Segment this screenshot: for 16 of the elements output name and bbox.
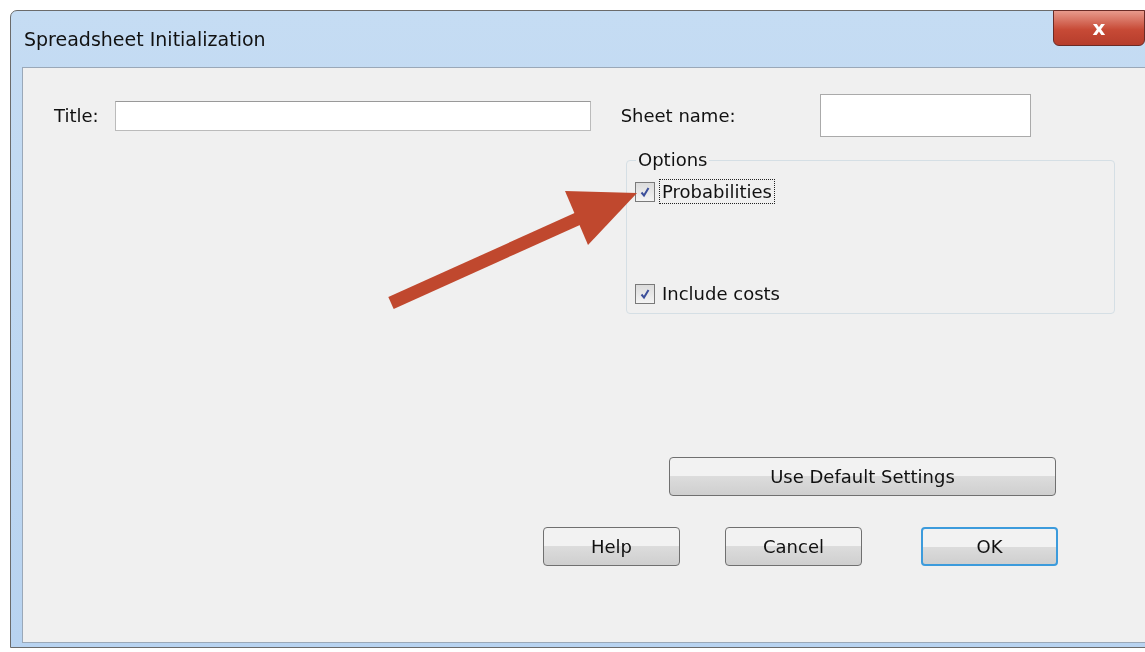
sheet-name-input[interactable]: [819, 94, 1031, 137]
close-button[interactable]: x: [1053, 10, 1145, 46]
tick-icon: [639, 287, 651, 300]
checkbox-label[interactable]: Include costs: [659, 281, 783, 306]
use-default-settings-button[interactable]: Use Default Settings: [669, 457, 1056, 496]
checkbox[interactable]: [635, 283, 655, 304]
dialog-button[interactable]: Cancel: [725, 527, 862, 566]
title-input[interactable]: [114, 100, 591, 131]
field-label: Title:: [54, 105, 99, 126]
dialog-button[interactable]: OK: [921, 527, 1058, 566]
dialog-button[interactable]: Help: [543, 527, 680, 566]
checkbox[interactable]: [635, 181, 655, 202]
field-label: Sheet name:: [620, 105, 736, 126]
window-title: Spreadsheet Initialization: [24, 28, 266, 50]
tick-icon: [639, 185, 651, 198]
checkbox-label[interactable]: Probabilities: [659, 179, 775, 204]
